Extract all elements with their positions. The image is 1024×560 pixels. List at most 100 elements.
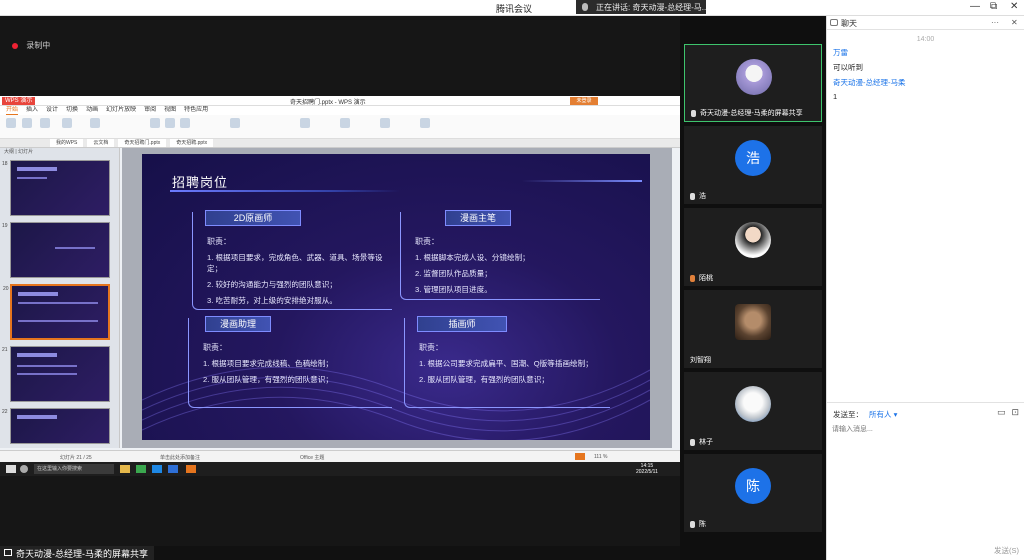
chat-title: 聊天 [841,19,857,28]
job-card-label: 职责： [207,237,231,246]
slideshow-play-icon[interactable] [575,453,585,460]
chat-input[interactable] [832,423,1018,435]
more-icon[interactable]: ··· [991,18,999,27]
message-body: 可以听到 [833,63,863,72]
chat-message: 万雷 可以听到 [827,47,1024,73]
notes-hint[interactable]: 单击此处添加备注 [160,454,200,461]
cortana-icon[interactable] [20,465,28,473]
job-card-label: 职责： [415,237,439,246]
tab-doc-1[interactable]: 奇天招聘门.pptx [118,139,167,147]
align-icon[interactable] [230,118,240,128]
participant-tile[interactable]: 奇天动漫-总经理-马柔的屏幕共享 [684,44,822,122]
edge-icon[interactable] [152,465,162,473]
chat-message: 奇天动漫-总经理-马柔 1 [827,77,1024,101]
job-card-label: 职责： [419,343,443,352]
tab-my-wps[interactable]: 我的WPS [50,139,84,147]
chat-close-icon[interactable]: ✕ [1011,18,1018,27]
slide-thumbnail[interactable]: 19 [2,222,110,278]
job-card-comic-lead: 漫画主笔 职责： 1. 根据脚本完成人设、分镜绘制； 2. 监督团队作品质量； … [400,210,600,300]
wps-taskbar-icon[interactable] [186,465,196,473]
slide-thumbnail[interactable]: 18 [2,160,110,216]
textbox-icon[interactable] [300,118,310,128]
avatar [735,304,771,340]
app-title: 腾讯会议 [496,4,533,14]
tencent-meeting-icon[interactable] [168,465,178,473]
windows-start-icon[interactable] [6,465,16,473]
wps-menu-home[interactable]: 开始 [6,106,19,115]
wps-menu-view[interactable]: 视图 [164,106,176,115]
minimize-button[interactable]: — [970,1,980,12]
participant-tile[interactable]: 陌桃 [684,208,822,286]
send-button[interactable]: 发送(S) [994,545,1019,556]
wechat-icon[interactable] [136,465,146,473]
wps-doc-tabs: 我的WPS 云文档 奇天招聘门.pptx 奇天招聘.pptx [0,139,680,148]
italic-icon[interactable] [165,118,175,128]
shape-icon[interactable] [340,118,350,128]
picture-icon[interactable] [380,118,390,128]
wps-menu-slideshow[interactable]: 幻灯片放映 [106,106,136,115]
wps-menu-animation[interactable]: 动画 [86,106,98,115]
microphone-muted-icon [690,274,695,282]
chat-header: 聊天 ··· ✕ [827,16,1024,30]
slide-counter: 幻灯片 21 / 25 [60,455,92,461]
job-card-label: 职责： [203,343,227,352]
job-card-title: 2D原画师 [205,210,301,226]
slide-thumbnail-active[interactable]: 20 [3,284,110,340]
wps-menu-review[interactable]: 审阅 [144,106,156,115]
taskbar-search[interactable]: 在这里输入你要搜索 [34,464,114,474]
wps-logo[interactable]: WPS 演示 [2,97,36,105]
microphone-icon [690,192,695,200]
wps-menu-design[interactable]: 设计 [46,106,58,115]
speaking-text: 正在讲话: 奇天动漫-总经理-马... [596,3,706,12]
zoom-level[interactable]: 111 % [594,454,607,460]
job-card-title: 插画师 [417,316,507,332]
participant-tile[interactable]: 陈 陈 [684,454,822,532]
microphone-icon [582,3,588,11]
theme-name: Office 主题 [300,455,325,461]
job-card-items: 1. 根据项目要求完成线稿、色稿绘制； 2. 服从团队管理，有强烈的团队意识； [203,359,333,384]
replace-icon[interactable] [420,118,430,128]
participant-tile[interactable]: 刘智翔 [684,290,822,368]
underline-icon[interactable] [180,118,190,128]
file-icon[interactable]: ▭ [997,407,1006,417]
participant-tile[interactable]: 浩 浩 [684,126,822,204]
slide[interactable]: 招聘岗位 2D原画师 职责： 1. 根据项目要求，完成角色、武器、道具、场景等设… [142,154,650,440]
wps-menu-transition[interactable]: 切换 [66,106,78,115]
avatar [735,386,771,422]
message-sender[interactable]: 奇天动漫-总经理-马柔 [833,77,1024,88]
participant-tile[interactable]: 林子 [684,372,822,450]
paste-icon[interactable] [6,118,16,128]
recording-indicator[interactable]: 录制中 [12,40,50,51]
chat-timestamp: 14:00 [916,36,935,43]
avatar [735,222,771,258]
wps-ribbon [0,115,680,139]
thumbnail-panel-tabs[interactable]: 大纲 | 幻灯片 [0,148,119,156]
recipient-select[interactable]: 所有人 ▾ [869,410,897,419]
folder-icon[interactable] [120,465,130,473]
avatar: 陈 [735,468,771,504]
screenshot-icon[interactable]: ⊡ [1011,407,1019,417]
cut-icon[interactable] [22,118,32,128]
avatar [736,59,772,95]
job-card-items: 1. 根据公司要求完成扁平、国潮、Q版等插画绘制； 2. 服从团队管理，有强烈的… [419,359,593,384]
layout-icon[interactable] [90,118,100,128]
avatar: 浩 [735,140,771,176]
wps-doc-title: 奇天招聘门.pptx - WPS 演示 [290,100,366,106]
format-painter-icon[interactable] [40,118,50,128]
taskbar-clock: 14:15 2022/5/11 [636,463,658,475]
tab-doc-2[interactable]: 奇天招聘.pptx [170,139,214,147]
maximize-button[interactable]: ⧉ [990,1,997,12]
wps-login-button[interactable]: 未登录 [570,97,598,105]
wps-statusbar: 幻灯片 21 / 25 单击此处添加备注 Office 主题 111 % [0,450,680,462]
message-sender[interactable]: 万雷 [833,47,1024,58]
slide-thumbnail[interactable]: 22 [2,408,110,444]
slide-title: 招聘岗位 [172,175,229,190]
slide-thumbnail[interactable]: 21 [2,346,110,402]
wps-menu-insert[interactable]: 插入 [26,106,38,115]
bold-icon[interactable] [150,118,160,128]
new-slide-icon[interactable] [62,118,72,128]
tab-cloud-docs[interactable]: 云文档 [87,139,115,147]
speaking-indicator: 正在讲话: 奇天动漫-总经理-马... [576,0,706,14]
wps-menu-special[interactable]: 特色应用 [184,106,208,115]
close-button[interactable]: ✕ [1010,1,1018,12]
